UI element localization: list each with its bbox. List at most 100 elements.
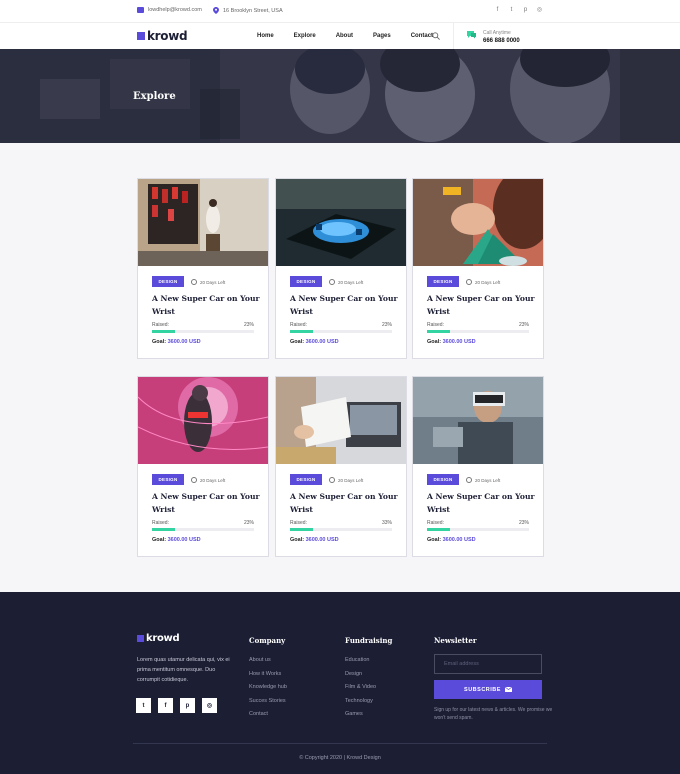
- project-card[interactable]: DESIGN 20 Days Left A New Super Car on Y…: [275, 376, 407, 557]
- goal-label: Goal:: [427, 339, 442, 345]
- footer-link-technology[interactable]: Technology: [345, 698, 392, 704]
- category-badge[interactable]: DESIGN: [427, 276, 459, 287]
- days-left: 20 Days Left: [191, 279, 225, 285]
- instagram-icon[interactable]: ◎: [536, 6, 543, 13]
- project-card[interactable]: DESIGN 20 Days Left A New Super Car on Y…: [412, 178, 544, 359]
- subscribe-button[interactable]: SUBSCRIBE: [434, 680, 542, 699]
- project-title[interactable]: A New Super Car on Your Wrist: [152, 293, 262, 318]
- raised-label: Raised:: [152, 322, 169, 328]
- project-title[interactable]: A New Super Car on Your Wrist: [290, 293, 400, 318]
- project-card[interactable]: DESIGN 20 Days Left A New Super Car on Y…: [412, 376, 544, 557]
- raised-percent: 23%: [381, 322, 392, 328]
- twitter-icon[interactable]: t: [136, 698, 151, 713]
- call-label: Call Anytime: [483, 30, 511, 36]
- newsletter-note: Sign up for our latest news & articles. …: [434, 707, 553, 721]
- progress-fill: [290, 528, 314, 531]
- project-image[interactable]: [138, 179, 268, 266]
- project-image[interactable]: [276, 377, 406, 464]
- project-image[interactable]: [413, 377, 543, 464]
- project-card[interactable]: DESIGN 20 Days Left A New Super Car on Y…: [137, 376, 269, 557]
- facebook-icon[interactable]: f: [494, 6, 501, 13]
- project-title[interactable]: A New Super Car on Your Wrist: [290, 491, 400, 516]
- footer-link-education[interactable]: Education: [345, 657, 392, 663]
- footer-link-design[interactable]: Design: [345, 671, 392, 677]
- days-left: 20 Days Left: [191, 477, 225, 483]
- goal: Goal: 3600.00 USD: [152, 339, 201, 345]
- facebook-icon[interactable]: f: [158, 698, 173, 713]
- footer-link-knowledge-hub[interactable]: Knowledge hub: [249, 684, 287, 690]
- project-image[interactable]: [138, 377, 268, 464]
- topbar-social: f t p ◎: [494, 6, 543, 14]
- footer-social: t f p ◎: [136, 698, 217, 713]
- days-left-text: 20 Days Left: [338, 279, 364, 285]
- footer-divider: [133, 743, 547, 744]
- nav-item-home[interactable]: Home: [257, 33, 274, 39]
- project-card[interactable]: DESIGN 20 Days Left A New Super Car on Y…: [137, 178, 269, 359]
- project-image[interactable]: [413, 179, 543, 266]
- days-left-text: 20 Days Left: [475, 477, 501, 483]
- project-image[interactable]: [276, 179, 406, 266]
- projects-section: DESIGN 20 Days Left A New Super Car on Y…: [0, 143, 680, 592]
- category-badge[interactable]: DESIGN: [152, 474, 184, 485]
- nav-item-explore[interactable]: Explore: [294, 33, 316, 39]
- instagram-icon[interactable]: ◎: [202, 698, 217, 713]
- footer-link-games[interactable]: Games: [345, 711, 392, 717]
- progress-fill: [427, 528, 451, 531]
- category-badge[interactable]: DESIGN: [290, 474, 322, 485]
- footer-company-column: Company About us How it Works Knowledge …: [249, 636, 287, 725]
- footer-link-film-video[interactable]: Film & Video: [345, 684, 392, 690]
- pinterest-icon[interactable]: p: [522, 6, 529, 13]
- project-title[interactable]: A New Super Car on Your Wrist: [427, 293, 537, 318]
- pinterest-icon[interactable]: p: [180, 698, 195, 713]
- subscribe-label: SUBSCRIBE: [464, 686, 501, 693]
- progress-bar: [427, 330, 529, 333]
- project-title[interactable]: A New Super Car on Your Wrist: [152, 491, 262, 516]
- footer-link-how-it-works[interactable]: How it Works: [249, 671, 287, 677]
- logo-mark-icon: [137, 635, 144, 642]
- footer-logo[interactable]: krowd: [137, 633, 180, 644]
- days-left-text: 20 Days Left: [200, 279, 226, 285]
- call-box[interactable]: Call Anytime 666 888 0000: [453, 23, 548, 50]
- goal: Goal: 3600.00 USD: [290, 537, 339, 543]
- progress-fill: [152, 330, 176, 333]
- goal-value: 3600.00 USD: [167, 537, 201, 543]
- raised-percent: 33%: [381, 520, 392, 526]
- footer-logo-text: krowd: [146, 633, 180, 644]
- twitter-icon[interactable]: t: [508, 6, 515, 13]
- footer-link-about-us[interactable]: About us: [249, 657, 287, 663]
- newsletter-email-input[interactable]: [434, 654, 542, 674]
- category-badge[interactable]: DESIGN: [427, 474, 459, 485]
- logo-mark-icon: [137, 32, 145, 40]
- category-badge[interactable]: DESIGN: [290, 276, 322, 287]
- clock-icon: [191, 477, 197, 483]
- page-title: Explore: [133, 91, 176, 102]
- clock-icon: [329, 279, 335, 285]
- clock-icon: [466, 477, 472, 483]
- raised-percent: 23%: [243, 520, 254, 526]
- footer-link-success-stories[interactable]: Succes Stories: [249, 698, 287, 704]
- phone-number: 666 888 0000: [483, 38, 520, 44]
- footer-link-contact[interactable]: Contact: [249, 711, 287, 717]
- hero-banner: Explore: [0, 49, 680, 143]
- nav-item-about[interactable]: About: [336, 33, 353, 39]
- search-icon[interactable]: [432, 32, 440, 40]
- category-badge[interactable]: DESIGN: [152, 276, 184, 287]
- nav-item-contact[interactable]: Contact: [411, 33, 433, 39]
- goal-label: Goal:: [152, 339, 167, 345]
- goal-value: 3600.00 USD: [442, 339, 476, 345]
- topbar: lowdhelp@krowd.com 16 Brooklyn Street, U…: [0, 0, 680, 22]
- logo[interactable]: krowd: [137, 29, 188, 43]
- days-left: 20 Days Left: [329, 477, 363, 483]
- raised-percent: 23%: [518, 520, 529, 526]
- progress-bar: [152, 330, 254, 333]
- nav-item-pages[interactable]: Pages: [373, 33, 391, 39]
- goal-value: 3600.00 USD: [167, 339, 201, 345]
- logo-text: krowd: [147, 29, 188, 43]
- project-title[interactable]: A New Super Car on Your Wrist: [427, 491, 537, 516]
- project-card[interactable]: DESIGN 20 Days Left A New Super Car on Y…: [275, 178, 407, 359]
- footer-about-text: Lorem quas utamur delicata qui, vix ei p…: [137, 657, 230, 683]
- mail-icon: [137, 7, 144, 13]
- email-contact[interactable]: lowdhelp@krowd.com: [137, 7, 202, 13]
- goal-value: 3600.00 USD: [305, 537, 339, 543]
- goal: Goal: 3600.00 USD: [152, 537, 201, 543]
